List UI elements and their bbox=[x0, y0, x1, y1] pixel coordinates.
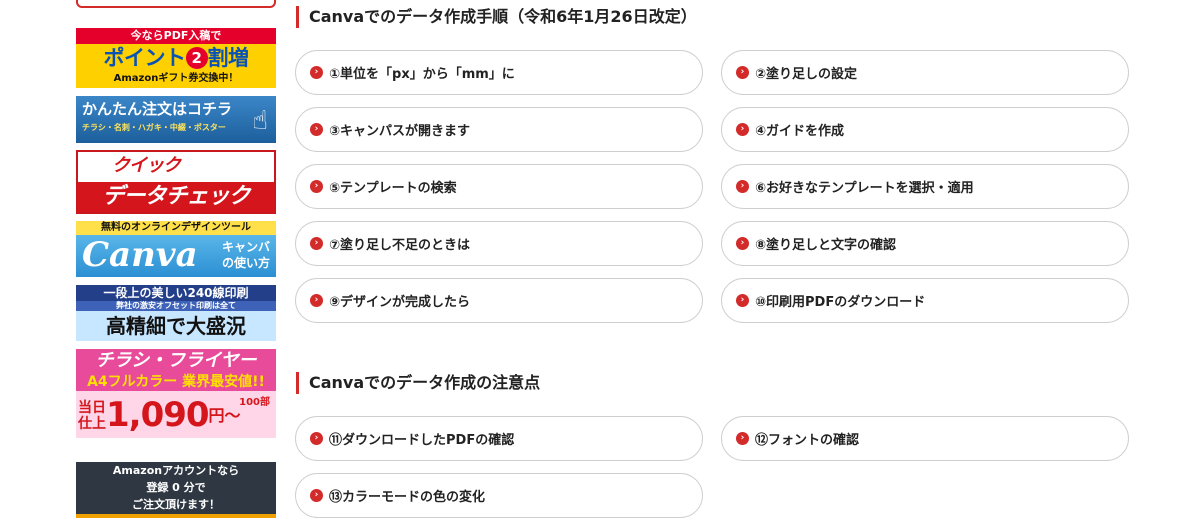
banner-line1: チラシ・フライヤー bbox=[76, 349, 276, 373]
chevron-right-circle-icon: › bbox=[310, 180, 323, 193]
note-button-13[interactable]: › ⑬カラーモードの色の変化 bbox=[295, 473, 703, 518]
note-button-11[interactable]: › ⑪ダウンロードしたPDFの確認 bbox=[295, 416, 703, 461]
step-button-3[interactable]: › ③キャンパスが開きます bbox=[295, 107, 703, 152]
step-button-1[interactable]: › ①単位を「px」から「mm」に bbox=[295, 50, 703, 95]
canva-logo: Canva bbox=[82, 235, 198, 275]
banner-price-row: 当日 仕上1,090円〜 100部 bbox=[76, 391, 276, 438]
chevron-right-circle-icon: › bbox=[736, 294, 749, 307]
section-heading-procedure: Canvaでのデータ作成手順（令和6年1月26日改定） bbox=[296, 6, 697, 28]
banner-line2: A4フルカラー 業界最安値!! bbox=[76, 373, 276, 391]
banner-top-text: 無料のオンラインデザインツール bbox=[76, 221, 276, 235]
chevron-right-circle-icon: › bbox=[310, 432, 323, 445]
step-button-9[interactable]: › ⑨デザインが完成したら bbox=[295, 278, 703, 323]
banner-line2: データチェック bbox=[78, 182, 274, 212]
banner-line2: 弊社の激安オフセット印刷は全て bbox=[76, 301, 276, 311]
banner-sub-text: Amazonギフト券交換中！ bbox=[113, 73, 239, 84]
note-button-12[interactable]: › ⑫フォントの確認 bbox=[721, 416, 1129, 461]
chevron-right-circle-icon: › bbox=[310, 237, 323, 250]
banner-main-text: かんたん注文はコチラ bbox=[82, 100, 233, 118]
step-label: ⑦塗り足し不足のときは bbox=[329, 238, 471, 253]
chevron-right-circle-icon: › bbox=[310, 123, 323, 136]
banner-line1: Amazonアカウントなら bbox=[112, 464, 240, 477]
note-label: ⑫フォントの確認 bbox=[755, 433, 860, 448]
quick-data-check-banner[interactable]: クイック データチェック bbox=[76, 150, 276, 214]
step-button-10[interactable]: › ⑩印刷用PDFのダウンロード bbox=[721, 278, 1129, 323]
banner-line3: ご注文頂けます！ bbox=[132, 498, 220, 511]
price-value: 1,090 bbox=[106, 395, 210, 435]
step-button-4[interactable]: › ④ガイドを作成 bbox=[721, 107, 1129, 152]
banner-line1: クイック bbox=[112, 155, 181, 176]
amazon-account-banner[interactable]: Amazonアカウントなら 登録 0 分で ご注文頂けます！ bbox=[76, 462, 276, 518]
step-label: ⑤テンプレートの検索 bbox=[329, 181, 457, 196]
step-label: ⑩印刷用PDFのダウンロード bbox=[755, 295, 926, 310]
section-heading-notes: Canvaでのデータ作成の注意点 bbox=[296, 372, 540, 394]
step-button-6[interactable]: › ⑥お好きなテンプレートを選択・適用 bbox=[721, 164, 1129, 209]
easy-order-banner[interactable]: かんたん注文はコチラ チラシ・名刺・ハガキ・中綴・ポスター ☝ bbox=[76, 96, 276, 143]
chevron-right-circle-icon: › bbox=[736, 237, 749, 250]
chevron-right-circle-icon: › bbox=[310, 294, 323, 307]
banner-line2: 登録 0 分で bbox=[146, 481, 206, 494]
chevron-right-circle-icon: › bbox=[736, 180, 749, 193]
chevron-right-circle-icon: › bbox=[736, 66, 749, 79]
flyer-price-banner[interactable]: チラシ・フライヤー A4フルカラー 業界最安値!! 当日 仕上1,090円〜 10… bbox=[76, 349, 276, 438]
sidebar-top-box[interactable] bbox=[76, 0, 276, 8]
step-label: ⑨デザインが完成したら bbox=[329, 295, 471, 310]
note-label: ⑪ダウンロードしたPDFの確認 bbox=[329, 433, 515, 448]
banner-main-text: ポイント 2 割増 bbox=[103, 46, 250, 70]
high-definition-print-banner[interactable]: 一段上の美しい240線印刷 弊社の激安オフセット印刷は全て 高精細で大盛況 bbox=[76, 285, 276, 341]
chevron-right-circle-icon: › bbox=[736, 123, 749, 136]
note-label: ⑬カラーモードの色の変化 bbox=[329, 490, 486, 505]
banner-line1: 一段上の美しい240線印刷 bbox=[103, 286, 249, 300]
canva-guide-banner[interactable]: 無料のオンラインデザインツール Canva キャンバ の使い方 bbox=[76, 221, 276, 277]
step-label: ④ガイドを作成 bbox=[755, 124, 845, 139]
chevron-right-circle-icon: › bbox=[310, 489, 323, 502]
step-label: ⑥お好きなテンプレートを選択・適用 bbox=[755, 181, 974, 196]
chevron-right-circle-icon: › bbox=[310, 66, 323, 79]
banner-side-text: キャンバ の使い方 bbox=[221, 240, 270, 270]
pointer-hand-icon: ☝ bbox=[252, 106, 268, 136]
count-label: 100部 bbox=[239, 397, 270, 408]
banner-sub-text: チラシ・名刺・ハガキ・中綴・ポスター bbox=[82, 123, 226, 132]
banner-strip-text: 今ならPDF入稿で bbox=[76, 28, 276, 44]
chevron-right-circle-icon: › bbox=[736, 432, 749, 445]
step-label: ②塗り足しの設定 bbox=[755, 67, 858, 82]
banner-line3: 高精細で大盛況 bbox=[76, 311, 276, 341]
step-label: ⑧塗り足しと文字の確認 bbox=[755, 238, 897, 253]
step-label: ③キャンパスが開きます bbox=[329, 124, 471, 139]
pdf-points-banner[interactable]: 今ならPDF入稿で ポイント 2 割増 Amazonギフト券交換中！ bbox=[76, 28, 276, 88]
step-button-8[interactable]: › ⑧塗り足しと文字の確認 bbox=[721, 221, 1129, 266]
step-label: ①単位を「px」から「mm」に bbox=[329, 67, 515, 82]
step-button-7[interactable]: › ⑦塗り足し不足のときは bbox=[295, 221, 703, 266]
step-button-2[interactable]: › ②塗り足しの設定 bbox=[721, 50, 1129, 95]
step-button-5[interactable]: › ⑤テンプレートの検索 bbox=[295, 164, 703, 209]
